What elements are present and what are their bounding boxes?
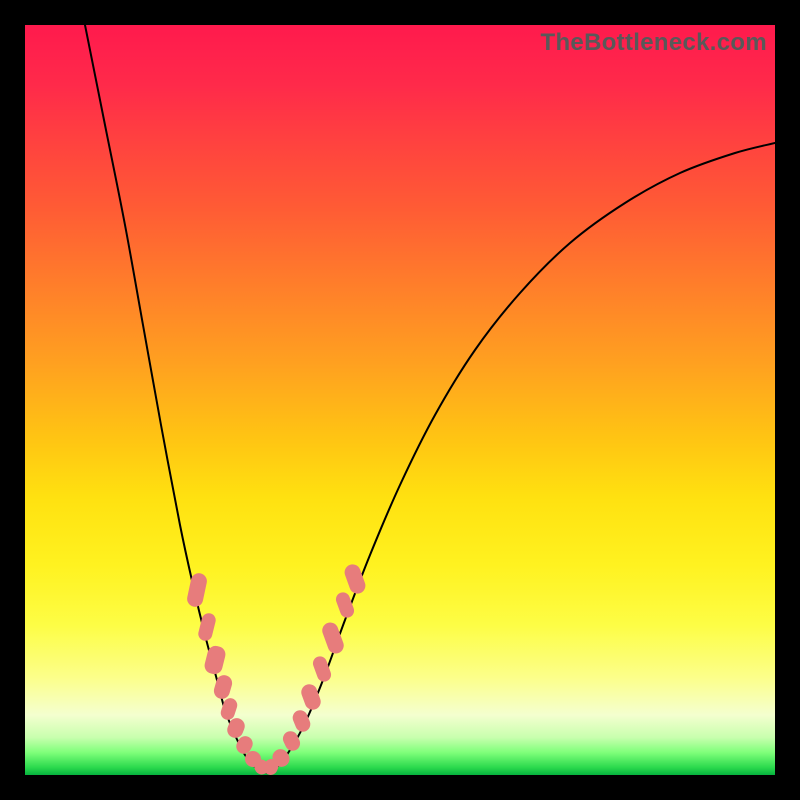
plot-area: TheBottleneck.com bbox=[25, 25, 775, 775]
left-curve bbox=[85, 25, 263, 773]
right-curve bbox=[267, 143, 775, 773]
chart-curves bbox=[25, 25, 775, 775]
